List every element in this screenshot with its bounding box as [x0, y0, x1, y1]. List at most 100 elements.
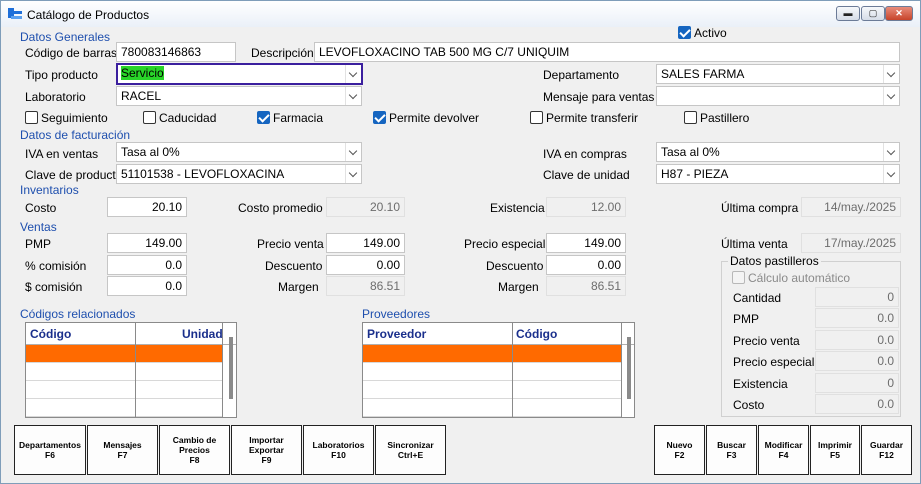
importar-exportar-button[interactable]: Importar Exportar F9: [231, 425, 302, 475]
precio-especial-input[interactable]: 149.00: [546, 233, 626, 253]
costo-input[interactable]: 20.10: [107, 197, 187, 217]
past-pmp-field: 0.0: [815, 308, 899, 328]
proveedores-col-proveedor[interactable]: Proveedor: [367, 327, 426, 341]
pastillero-checkbox[interactable]: [684, 111, 697, 124]
descuento-label-2: Descuento: [486, 259, 544, 273]
precio-especial-label: Precio especial: [464, 237, 546, 251]
permite-devolver-checkbox[interactable]: [373, 111, 386, 124]
codigo-barras-label: Código de barras: [25, 46, 118, 60]
btn-label: Cambio de: [172, 435, 217, 445]
section-inventarios: Inventarios: [20, 183, 79, 197]
caducidad-checkbox[interactable]: [143, 111, 156, 124]
pastillero-label: Pastillero: [700, 111, 750, 125]
table-row[interactable]: [363, 363, 621, 381]
comision-pct-input[interactable]: 0.0: [107, 255, 187, 275]
chevron-down-icon: [345, 143, 361, 161]
seguimiento-label: Seguimiento: [41, 111, 108, 125]
table-row[interactable]: [26, 363, 222, 381]
btn-shortcut: F3: [726, 450, 737, 460]
minimize-button[interactable]: ▬: [836, 6, 860, 21]
btn-label: Departamentos: [19, 440, 81, 450]
descuento-label-1: Descuento: [265, 259, 323, 273]
title-bar[interactable]: Catálogo de Productos ▬ ▢ ✕: [1, 1, 920, 27]
past-precio-venta-label: Precio venta: [733, 334, 800, 348]
margen-label-2: Margen: [498, 280, 539, 294]
codigos-col-codigo[interactable]: Código: [30, 327, 71, 341]
btn-label: Guardar: [869, 440, 904, 450]
vertical-scrollbar[interactable]: [627, 337, 631, 399]
proveedores-col-codigo[interactable]: Código: [516, 327, 557, 341]
departamento-select[interactable]: SALES FARMA: [656, 64, 900, 84]
laboratorio-label: Laboratorio: [25, 90, 86, 104]
activo-checkbox[interactable]: [678, 26, 691, 39]
clave-producto-select[interactable]: 51101538 - LEVOFLOXACINA: [116, 164, 362, 184]
chevron-down-icon: [345, 165, 361, 183]
table-row[interactable]: [26, 399, 222, 417]
table-row[interactable]: [363, 345, 621, 363]
pastilleros-title: Datos pastilleros: [728, 254, 821, 268]
cambio-precios-button[interactable]: Cambio de Precios F8: [159, 425, 230, 475]
codigo-barras-input[interactable]: 780083146863: [116, 42, 236, 62]
app-icon: [8, 8, 22, 19]
past-costo-field: 0.0: [815, 394, 899, 414]
iva-ventas-value: Tasa al 0%: [121, 145, 180, 159]
descripcion-label: Descripción: [251, 46, 314, 60]
permite-transferir-checkbox[interactable]: [530, 111, 543, 124]
iva-ventas-select[interactable]: Tasa al 0%: [116, 142, 362, 162]
guardar-button[interactable]: Guardar F12: [861, 425, 912, 475]
departamentos-button[interactable]: Departamentos F6: [14, 425, 86, 475]
laboratorio-select[interactable]: RACEL: [116, 86, 362, 106]
permite-transferir-label: Permite transferir: [546, 111, 639, 125]
clave-producto-value: 51101538 - LEVOFLOXACINA: [121, 167, 285, 181]
clave-unidad-select[interactable]: H87 - PIEZA: [656, 164, 900, 184]
margen-label-1: Margen: [278, 280, 319, 294]
mensaje-select[interactable]: [656, 86, 900, 106]
modificar-button[interactable]: Modificar F4: [758, 425, 809, 475]
precio-venta-input[interactable]: 149.00: [326, 233, 405, 253]
seguimiento-checkbox[interactable]: [25, 111, 38, 124]
proveedores-grid[interactable]: Proveedor Código: [362, 322, 635, 418]
tipo-producto-select[interactable]: Servicio: [116, 63, 363, 85]
calculo-automatico-checkbox[interactable]: [732, 271, 745, 284]
mensajes-button[interactable]: Mensajes F7: [87, 425, 158, 475]
past-cantidad-field: 0: [815, 287, 899, 307]
pmp-input[interactable]: 149.00: [107, 233, 187, 253]
table-row[interactable]: [26, 381, 222, 399]
sincronizar-button[interactable]: Sincronizar Ctrl+E: [375, 425, 446, 475]
iva-compras-value: Tasa al 0%: [661, 145, 720, 159]
buscar-button[interactable]: Buscar F3: [706, 425, 757, 475]
table-row[interactable]: [363, 381, 621, 399]
vertical-scrollbar[interactable]: [229, 337, 233, 399]
section-facturacion: Datos de facturación: [20, 128, 131, 142]
btn-shortcut: F2: [674, 450, 685, 460]
maximize-button[interactable]: ▢: [861, 6, 885, 21]
comision-amt-label: $ comisión: [25, 280, 83, 294]
btn-label: Exportar: [249, 445, 284, 455]
past-pmp-label: PMP: [733, 312, 760, 326]
margen-field-1: 86.51: [326, 276, 405, 296]
caducidad-label: Caducidad: [159, 111, 217, 125]
permite-devolver-label: Permite devolver: [389, 111, 480, 125]
descuento-input-2[interactable]: 0.00: [546, 255, 626, 275]
farmacia-checkbox[interactable]: [257, 111, 270, 124]
btn-label: Buscar: [717, 440, 746, 450]
nuevo-button[interactable]: Nuevo F2: [654, 425, 705, 475]
tipo-producto-value: Servicio: [121, 66, 164, 80]
codigos-col-unidad[interactable]: Unidad: [182, 327, 223, 341]
comision-amt-input[interactable]: 0.0: [107, 276, 187, 296]
btn-shortcut: F10: [331, 450, 346, 460]
chevron-down-icon: [345, 65, 361, 83]
imprimir-button[interactable]: Imprimir F5: [810, 425, 860, 475]
table-row[interactable]: [363, 399, 621, 417]
table-row[interactable]: [26, 345, 222, 363]
iva-compras-select[interactable]: Tasa al 0%: [656, 142, 900, 162]
precio-venta-label: Precio venta: [257, 237, 324, 251]
laboratorios-button[interactable]: Laboratorios F10: [303, 425, 374, 475]
codigos-grid[interactable]: Código Unidad: [25, 322, 237, 418]
descripcion-input[interactable]: LEVOFLOXACINO TAB 500 MG C/7 UNIQUIM: [314, 42, 900, 62]
chevron-down-icon: [883, 65, 899, 83]
departamento-label: Departamento: [543, 68, 620, 82]
section-ventas: Ventas: [20, 220, 57, 234]
descuento-input-1[interactable]: 0.00: [326, 255, 405, 275]
close-button[interactable]: ✕: [885, 6, 913, 21]
